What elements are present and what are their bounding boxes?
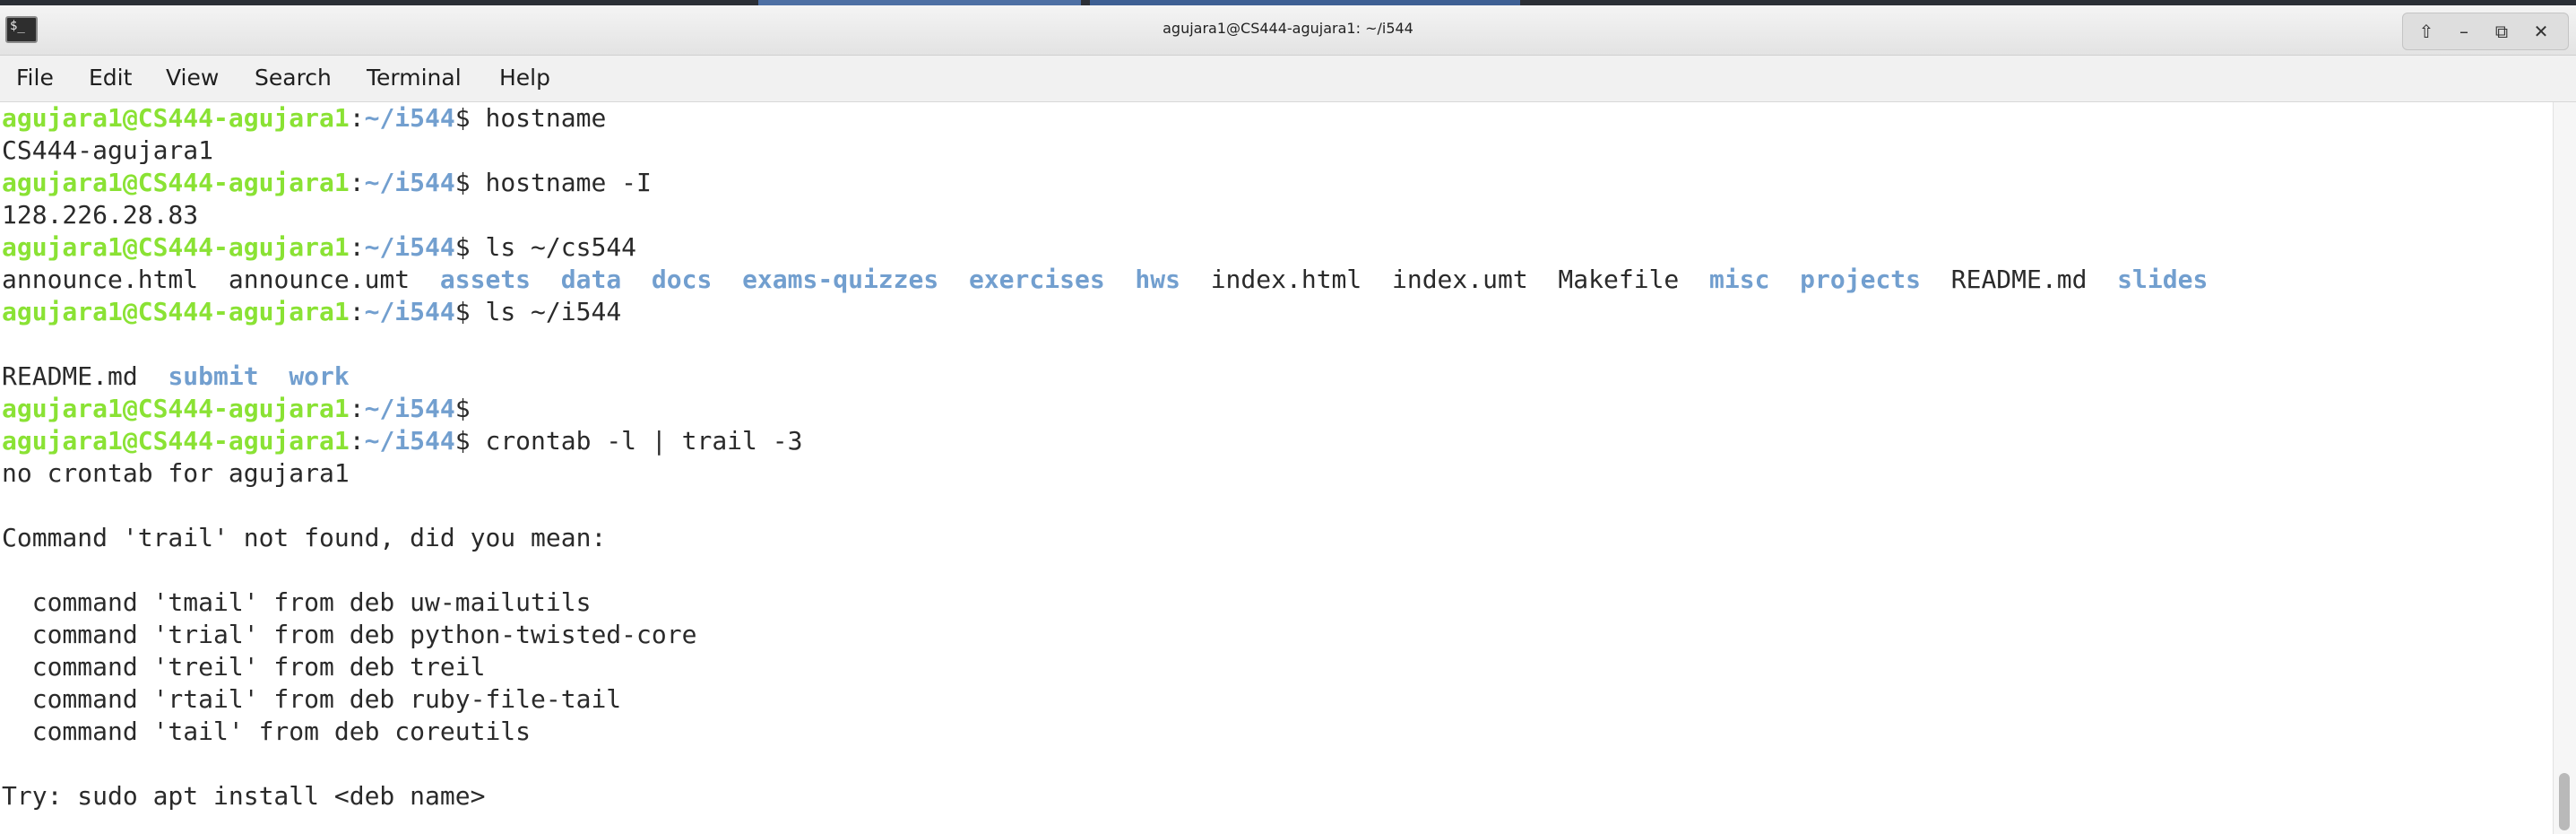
menu-file[interactable]: File: [16, 65, 54, 91]
prompt-user-host: agujara1@CS444-agujara1: [2, 103, 350, 133]
file-entry: Makefile: [1558, 265, 1680, 294]
directory-entry: docs: [651, 265, 713, 294]
menu-bar: File Edit View Search Terminal Help: [0, 56, 2576, 102]
prompt-user-host: agujara1@CS444-agujara1: [2, 168, 350, 197]
directory-entry: work: [289, 361, 350, 391]
window-titlebar[interactable]: $_ agujara1@CS444-agujara1: ~/i544 ⇧ – ⧉…: [0, 5, 2576, 56]
file-entry: announce.umt: [228, 265, 411, 294]
prompt-path: ~/i544: [364, 168, 455, 197]
prompt-line: agujara1@CS444-agujara1:~/i544$ hostname: [2, 102, 606, 135]
prompt-dollar: $: [454, 394, 471, 423]
prompt-line: agujara1@CS444-agujara1:~/i544$ ls ~/cs5…: [2, 231, 636, 264]
directory-entry: projects: [1800, 265, 1922, 294]
prompt-user-host: agujara1@CS444-agujara1: [2, 426, 350, 456]
output-line: Command 'trail' not found, did you mean:: [2, 523, 607, 552]
output-line: command 'treil' from deb treil: [2, 652, 486, 682]
directory-entry: data: [560, 265, 622, 294]
prompt-separator: :: [349, 232, 365, 262]
directory-entry: slides: [2117, 265, 2209, 294]
command-text: hostname: [470, 103, 607, 133]
prompt-separator: :: [349, 426, 365, 456]
command-text: hostname -I: [470, 168, 652, 197]
prompt-user-host: agujara1@CS444-agujara1: [2, 297, 350, 326]
prompt-line: agujara1@CS444-agujara1:~/i544$: [2, 393, 471, 425]
output-line: command 'tmail' from deb uw-mailutils: [2, 587, 592, 617]
prompt-dollar: $: [454, 232, 471, 262]
prompt-dollar: $: [454, 297, 471, 326]
shade-up-icon[interactable]: ⇧: [2411, 16, 2442, 47]
close-icon[interactable]: ✕: [2526, 16, 2556, 47]
prompt-separator: :: [349, 168, 365, 197]
prompt-user-host: agujara1@CS444-agujara1: [2, 232, 350, 262]
output-line: command 'tail' from deb coreutils: [2, 717, 532, 746]
prompt-path: ~/i544: [364, 103, 455, 133]
directory-entry: assets: [439, 265, 532, 294]
command-text: crontab -l | trail -3: [470, 426, 803, 456]
output-line: command 'rtail' from deb ruby-file-tail: [2, 684, 622, 714]
terminal-scrollbar[interactable]: [2553, 102, 2576, 834]
prompt-separator: :: [349, 103, 365, 133]
prompt-dollar: $: [454, 426, 471, 456]
directory-entry: submit: [168, 361, 259, 391]
maximize-icon[interactable]: ⧉: [2486, 16, 2517, 47]
prompt-path: ~/i544: [364, 232, 455, 262]
prompt-path: ~/i544: [364, 297, 455, 326]
file-entry: README.md: [1950, 265, 2088, 294]
terminal-output[interactable]: agujara1@CS444-agujara1:~/i544$ hostname…: [0, 102, 2553, 834]
prompt-line: agujara1@CS444-agujara1:~/i544$ hostname…: [2, 167, 652, 199]
file-entry: index.umt: [1391, 265, 1528, 294]
directory-entry: exercises: [968, 265, 1105, 294]
file-entry: README.md: [2, 361, 138, 391]
menu-help[interactable]: Help: [499, 65, 550, 91]
output-line: no crontab for agujara1: [2, 458, 350, 488]
file-entry: index.html: [1210, 265, 1362, 294]
menu-search[interactable]: Search: [255, 65, 332, 91]
output-line: Try: sudo apt install <deb name>: [2, 781, 486, 811]
prompt-dollar: $: [454, 168, 471, 197]
directory-entry: misc: [1709, 265, 1770, 294]
directory-entry: hws: [1135, 265, 1180, 294]
directory-entry: exams-quizzes: [742, 265, 939, 294]
prompt-dollar: $: [454, 103, 471, 133]
minimize-icon[interactable]: –: [2449, 16, 2479, 47]
prompt-path: ~/i544: [364, 394, 455, 423]
output-line: command 'trial' from deb python-twisted-…: [2, 620, 697, 649]
prompt-line: agujara1@CS444-agujara1:~/i544$ ls ~/i54…: [2, 296, 621, 328]
window-title: agujara1@CS444-agujara1: ~/i544: [1163, 20, 1413, 37]
file-entry: announce.html: [2, 265, 199, 294]
menu-terminal[interactable]: Terminal: [367, 65, 462, 91]
menu-view[interactable]: View: [166, 65, 219, 91]
command-text: ls ~/cs544: [470, 232, 637, 262]
ls-output-line: README.md submit work: [2, 361, 350, 393]
prompt-line: agujara1@CS444-agujara1:~/i544$ crontab …: [2, 425, 802, 457]
output-line: 128.226.28.83: [2, 200, 199, 230]
scrollbar-thumb[interactable]: [2559, 773, 2570, 830]
prompt-separator: :: [349, 297, 365, 326]
prompt-user-host: agujara1@CS444-agujara1: [2, 394, 350, 423]
output-line: CS444-agujara1: [2, 135, 214, 165]
prompt-separator: :: [349, 394, 365, 423]
command-text: ls ~/i544: [470, 297, 622, 326]
prompt-path: ~/i544: [364, 426, 455, 456]
menu-edit[interactable]: Edit: [89, 65, 132, 91]
ls-output-line: announce.html announce.umt assets data d…: [2, 264, 2208, 296]
